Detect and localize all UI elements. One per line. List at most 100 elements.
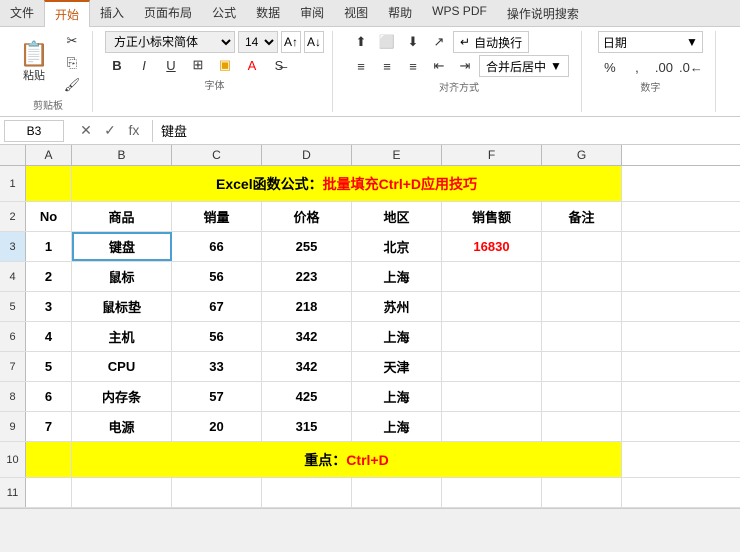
cell-d3[interactable]: 255 (262, 232, 352, 261)
decrease-decimal-button[interactable]: .0← (679, 57, 703, 77)
cut-button[interactable]: ✂ (60, 31, 84, 51)
cell-b4[interactable]: 鼠标 (72, 262, 172, 291)
increase-indent-button[interactable]: ⇥ (453, 56, 477, 76)
cell-f9[interactable] (442, 412, 542, 441)
cell-f7[interactable] (442, 352, 542, 381)
underline-button[interactable]: U (159, 55, 183, 75)
cell-c4[interactable]: 56 (172, 262, 262, 291)
cell-d8[interactable]: 425 (262, 382, 352, 411)
cell-d2[interactable]: 价格 (262, 202, 352, 231)
row-num-11[interactable]: 11 (0, 478, 26, 507)
cell-f8[interactable] (442, 382, 542, 411)
cell-a9[interactable]: 7 (26, 412, 72, 441)
align-left-button[interactable]: ≡ (349, 56, 373, 76)
align-top-button[interactable]: ⬆ (349, 32, 373, 52)
col-header-f[interactable]: F (442, 145, 542, 165)
cell-b11[interactable] (72, 478, 172, 507)
row-num-2[interactable]: 2 (0, 202, 26, 231)
row-num-4[interactable]: 4 (0, 262, 26, 291)
tab-layout[interactable]: 页面布局 (134, 0, 202, 26)
cell-g7[interactable] (542, 352, 622, 381)
cell-d7[interactable]: 342 (262, 352, 352, 381)
cell-a4[interactable]: 2 (26, 262, 72, 291)
cell-e4[interactable]: 上海 (352, 262, 442, 291)
cell-d5[interactable]: 218 (262, 292, 352, 321)
cell-a5[interactable]: 3 (26, 292, 72, 321)
cell-b1-title[interactable]: Excel函数公式：批量填充Ctrl+D应用技巧 (72, 166, 622, 201)
row-num-1[interactable]: 1 (0, 166, 26, 201)
bold-button[interactable]: B (105, 55, 129, 75)
row-num-3[interactable]: 3 (0, 232, 26, 261)
merge-button[interactable]: 合并后居中 ▼ (479, 55, 569, 77)
cell-e11[interactable] (352, 478, 442, 507)
cell-g9[interactable] (542, 412, 622, 441)
align-middle-button[interactable]: ⬜ (375, 32, 399, 52)
row-num-7[interactable]: 7 (0, 352, 26, 381)
tab-formula[interactable]: 公式 (202, 0, 246, 26)
cell-e7[interactable]: 天津 (352, 352, 442, 381)
confirm-formula-icon[interactable]: ✓ (100, 122, 120, 139)
col-header-a[interactable]: A (26, 145, 72, 165)
cell-c2[interactable]: 销量 (172, 202, 262, 231)
cell-g8[interactable] (542, 382, 622, 411)
cell-e3[interactable]: 北京 (352, 232, 442, 261)
row-num-6[interactable]: 6 (0, 322, 26, 351)
cell-e6[interactable]: 上海 (352, 322, 442, 351)
tab-search[interactable]: 操作说明搜索 (497, 0, 589, 26)
tab-insert[interactable]: 插入 (90, 0, 134, 26)
cell-b10-note[interactable]: 重点：Ctrl+D (72, 442, 622, 477)
col-header-g[interactable]: G (542, 145, 622, 165)
cell-e5[interactable]: 苏州 (352, 292, 442, 321)
cell-b8[interactable]: 内存条 (72, 382, 172, 411)
tab-file[interactable]: 文件 (0, 0, 44, 26)
col-header-c[interactable]: C (172, 145, 262, 165)
cell-e2[interactable]: 地区 (352, 202, 442, 231)
orientation-button[interactable]: ↗ (427, 32, 451, 52)
number-format-dropdown[interactable]: 日期 ▼ (598, 31, 703, 53)
decrease-indent-button[interactable]: ⇤ (427, 56, 451, 76)
cell-b5[interactable]: 鼠标垫 (72, 292, 172, 321)
row-num-8[interactable]: 8 (0, 382, 26, 411)
cell-a10[interactable] (26, 442, 72, 477)
font-size-select[interactable]: 14 (238, 31, 278, 53)
cell-d11[interactable] (262, 478, 352, 507)
wrap-text-button[interactable]: ↵ 自动换行 (453, 31, 529, 53)
cell-a3[interactable]: 1 (26, 232, 72, 261)
row-num-10[interactable]: 10 (0, 442, 26, 477)
cell-c5[interactable]: 67 (172, 292, 262, 321)
cell-g2[interactable]: 备注 (542, 202, 622, 231)
formula-input[interactable] (157, 123, 736, 138)
cell-g11[interactable] (542, 478, 622, 507)
cell-d9[interactable]: 315 (262, 412, 352, 441)
cell-c7[interactable]: 33 (172, 352, 262, 381)
format-painter-button[interactable]: 🖌 (60, 75, 84, 95)
align-right-button[interactable]: ≡ (401, 56, 425, 76)
cell-f6[interactable] (442, 322, 542, 351)
cell-a7[interactable]: 5 (26, 352, 72, 381)
strikethrough-button[interactable]: S̶ (267, 55, 291, 75)
cell-c9[interactable]: 20 (172, 412, 262, 441)
cell-reference-box[interactable]: B3 (4, 120, 64, 142)
fill-color-button[interactable]: ▣ (213, 55, 237, 75)
font-name-select[interactable]: 方正小标宋简体 (105, 31, 235, 53)
cell-a1[interactable] (26, 166, 72, 201)
cell-f4[interactable] (442, 262, 542, 291)
tab-wps-pdf[interactable]: WPS PDF (422, 0, 497, 26)
horizontal-scrollbar[interactable] (0, 508, 740, 522)
cell-c6[interactable]: 56 (172, 322, 262, 351)
percent-button[interactable]: % (598, 57, 622, 77)
cancel-formula-icon[interactable]: ✕ (76, 122, 96, 139)
cell-e8[interactable]: 上海 (352, 382, 442, 411)
border-button[interactable]: ⊞ (186, 55, 210, 75)
font-increase-button[interactable]: A↑ (281, 31, 301, 53)
cell-f2[interactable]: 销售额 (442, 202, 542, 231)
italic-button[interactable]: I (132, 55, 156, 75)
tab-help[interactable]: 帮助 (378, 0, 422, 26)
tab-home[interactable]: 开始 (44, 0, 90, 27)
font-color-button[interactable]: A (240, 55, 264, 75)
cell-f3[interactable]: 16830 (442, 232, 542, 261)
col-header-e[interactable]: E (352, 145, 442, 165)
increase-decimal-button[interactable]: .00 (652, 57, 676, 77)
cell-d4[interactable]: 223 (262, 262, 352, 291)
cell-b6[interactable]: 主机 (72, 322, 172, 351)
